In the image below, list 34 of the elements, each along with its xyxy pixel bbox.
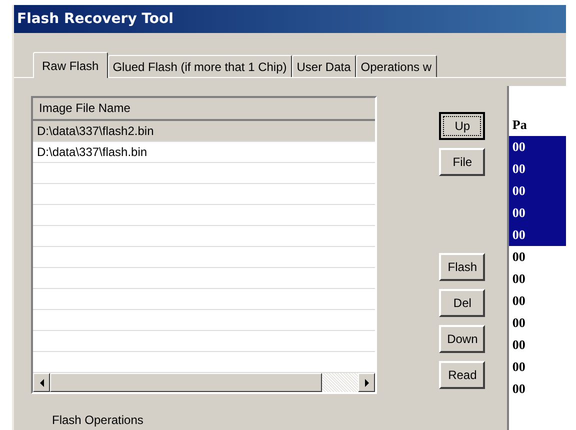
push-button[interactable]: File (439, 148, 486, 176)
list-item[interactable]: 00 (509, 290, 566, 312)
tab[interactable]: Raw Flash (33, 52, 108, 78)
left-arrow-icon (38, 378, 44, 386)
column-header: Pa (511, 116, 528, 134)
push-button[interactable]: Flash (439, 253, 486, 281)
list-item[interactable]: 00 (509, 224, 566, 246)
list-item[interactable]: D:\data\337\flash2.bin (33, 121, 376, 142)
list-item[interactable]: 00 (509, 334, 566, 356)
scroll-left-button[interactable] (33, 373, 50, 392)
list-item[interactable]: 00 (509, 378, 566, 400)
window-title: Flash Recovery Tool (17, 11, 174, 27)
list-item[interactable]: 00 (509, 268, 566, 290)
horizontal-scrollbar[interactable] (33, 373, 376, 392)
column-header[interactable]: Image File Name (33, 98, 376, 121)
push-button[interactable]: Up (439, 112, 486, 140)
tab[interactable]: Glued Flash (if more that 1 Chip) (108, 55, 292, 77)
list-item[interactable]: 00 (509, 136, 566, 158)
list-item[interactable]: 00 (509, 356, 566, 378)
tab[interactable]: User Data (292, 55, 356, 77)
push-button[interactable]: Down (439, 325, 486, 353)
list-item[interactable]: 00 (509, 202, 566, 224)
right-arrow-icon (364, 378, 370, 386)
scroll-right-button[interactable] (358, 373, 376, 392)
group-label: Flash Operations (52, 413, 144, 427)
tab[interactable]: Operations w (356, 55, 436, 77)
push-button[interactable]: Del (439, 289, 486, 317)
list-item[interactable]: D:\data\337\flash.bin (33, 142, 376, 163)
list-item[interactable]: 00 (509, 180, 566, 202)
list-item[interactable]: 00 (509, 246, 566, 268)
list-item[interactable]: 00 (509, 158, 566, 180)
push-button[interactable]: Read (439, 361, 486, 389)
list-item[interactable]: 00 (509, 312, 566, 334)
scroll-thumb[interactable] (50, 373, 322, 392)
